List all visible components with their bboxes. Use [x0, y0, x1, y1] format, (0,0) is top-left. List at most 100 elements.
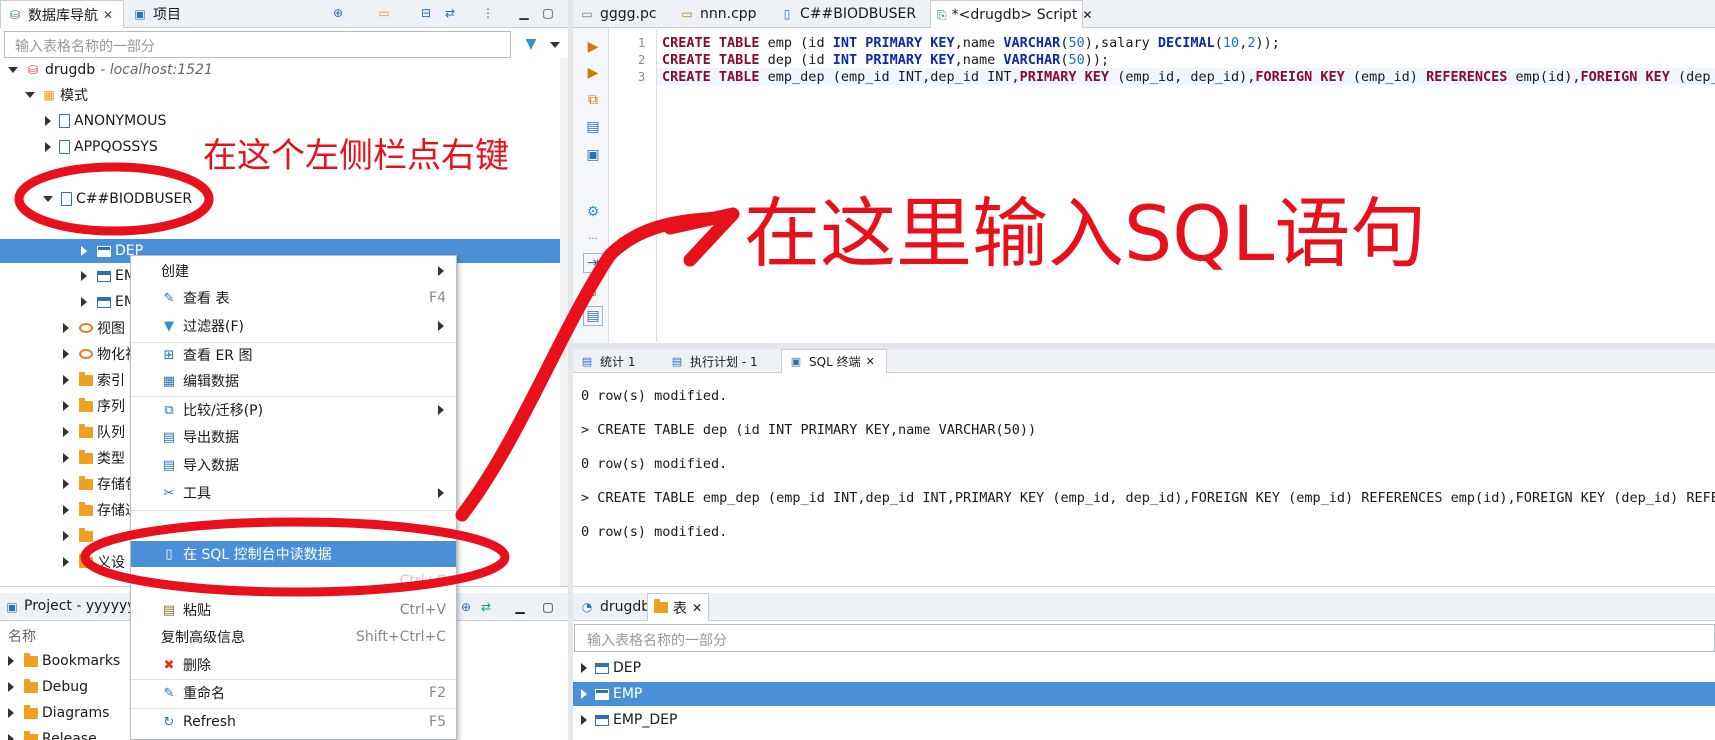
collapse-icon[interactable]: ⊟ — [418, 5, 434, 21]
menu-item-refresh[interactable]: ↻ Refresh F5 — [131, 709, 456, 735]
table-row[interactable]: EMP_DEP — [573, 708, 677, 732]
more-icon[interactable]: ⋮ — [480, 5, 496, 21]
tree-row-queues[interactable]: 队列 — [0, 420, 125, 444]
expand-icon[interactable] — [63, 349, 69, 359]
expand-icon[interactable] — [81, 246, 87, 256]
tree-row-connection[interactable]: ⛁ drugdb - localhost:1521 — [0, 58, 213, 82]
tree-row-definitions[interactable]: 义设 — [0, 550, 125, 574]
tab-sql-terminal[interactable]: ▣ SQL 终端 ✕ — [781, 349, 887, 373]
code-line-1[interactable]: CREATE TABLE emp (id INT PRIMARY KEY,nam… — [662, 35, 1280, 52]
menu-item-view-er[interactable]: ⊞ 查看 ER 图 — [131, 342, 456, 368]
list-item[interactable]: Debug — [0, 675, 88, 699]
console-icon[interactable]: ▣ — [583, 145, 603, 165]
table-search-box[interactable]: 输入表格名称的一部分 — [4, 31, 511, 58]
table-search-box[interactable]: 输入表格名称的一部分 — [574, 624, 1715, 652]
tab-statistics[interactable]: ▤ 统计 1 — [573, 349, 641, 373]
tab-db-navigator[interactable]: ⛁ 数据库导航 ✕ — [0, 0, 124, 28]
list-item[interactable]: Release — [0, 727, 97, 740]
menu-item-copy-advanced[interactable]: 复制高级信息 Shift+Ctrl+C — [131, 624, 456, 650]
chevron-down-icon[interactable] — [550, 42, 560, 48]
expand-icon[interactable] — [25, 92, 35, 98]
expand-icon[interactable] — [63, 453, 69, 463]
expand-icon[interactable] — [63, 375, 69, 385]
link-icon[interactable]: ⇄ — [442, 5, 458, 21]
tree-row-sequences[interactable]: 序列 — [0, 394, 125, 418]
filter-icon[interactable]: ▼ — [523, 36, 539, 52]
list-item[interactable]: Bookmarks — [0, 649, 120, 673]
table-row[interactable]: EMP — [573, 682, 1715, 706]
list-item[interactable]: Diagrams — [0, 701, 109, 725]
tab-execution-plan[interactable]: ▤ 执行计划 - 1 — [663, 349, 764, 373]
new-connection-icon[interactable]: ⊕ — [330, 5, 346, 21]
tree-row-indexes[interactable]: 索引 — [0, 368, 125, 392]
tree-row-types[interactable]: 类型 — [0, 446, 125, 470]
execute-icon[interactable]: ▶ — [583, 37, 603, 57]
maximize-icon[interactable]: ▢ — [540, 599, 556, 615]
expand-icon[interactable] — [63, 557, 69, 567]
tree-row-table-emp[interactable]: EMP — [0, 264, 144, 288]
folder-add-icon[interactable]: ▭ — [376, 5, 392, 21]
close-icon[interactable]: ✕ — [1082, 8, 1092, 22]
close-icon[interactable]: ✕ — [692, 601, 702, 615]
expand-icon[interactable] — [63, 323, 69, 333]
execute-new-tab-icon[interactable]: ⧉ — [583, 90, 603, 110]
code-line-2[interactable]: CREATE TABLE dep (id INT PRIMARY KEY,nam… — [662, 52, 1109, 69]
tab-nnn-cpp[interactable]: ▭ nnn.cpp — [673, 0, 763, 28]
tree-row-packages[interactable]: 存储包 — [0, 472, 139, 496]
minimize-icon[interactable]: ▁ — [512, 599, 528, 615]
tab-biodbuser[interactable]: ▯ C##BIODBUSER — [773, 0, 922, 28]
close-icon[interactable]: ✕ — [103, 8, 113, 22]
expand-icon[interactable] — [8, 708, 14, 718]
tab-tables[interactable]: 表 ✕ — [647, 593, 710, 621]
tree-row-functions[interactable] — [0, 524, 97, 548]
file-error-icon[interactable]: ▯ — [583, 280, 603, 300]
expand-icon[interactable] — [45, 116, 51, 126]
link-icon[interactable]: ⇄ — [478, 599, 494, 615]
menu-item-copy[interactable]: Ctrl+C — [131, 568, 456, 594]
tree-row-table-emp-dep[interactable]: EMP — [0, 290, 144, 314]
tab-gggg-pc[interactable]: ▭ gggg.pc — [573, 0, 663, 28]
tab-drugdb-script[interactable]: ⎘ *<drugdb> Script ✕ — [930, 0, 1092, 28]
expand-icon[interactable] — [63, 401, 69, 411]
menu-item-delete[interactable]: ✖ 删除 — [131, 652, 456, 678]
expand-icon[interactable] — [8, 656, 14, 666]
tree-row-schemas[interactable]: ▦ 模式 — [0, 83, 88, 107]
tab-projects[interactable]: ▣ 项目 — [126, 0, 187, 28]
expand-icon[interactable] — [81, 271, 87, 281]
minimize-icon[interactable]: ▁ — [516, 5, 532, 21]
expand-icon[interactable] — [63, 531, 69, 541]
menu-item-create[interactable]: 创建 — [131, 258, 456, 284]
expand-icon[interactable] — [581, 715, 587, 725]
menu-item-read-in-sql-console[interactable]: ▯ 在 SQL 控制台中读数据 — [131, 541, 456, 567]
tab-drugdb[interactable]: ◔ drugdb — [573, 593, 656, 621]
expand-icon[interactable] — [45, 142, 51, 152]
add-icon[interactable]: ⊕ — [458, 599, 474, 615]
tree-row-mviews[interactable]: 物化视 — [0, 342, 139, 366]
menu-item-compare[interactable]: ⧉ 比较/迁移(P) — [131, 397, 456, 423]
expand-icon[interactable] — [8, 682, 14, 692]
menu-item-rename[interactable]: ✎ 重命名 F2 — [131, 680, 456, 706]
gear-icon[interactable]: ⚙ — [583, 202, 603, 222]
left-panel-scrollbar[interactable] — [560, 58, 568, 586]
tree-row-schema-appqossys[interactable]: APPQOSSYS — [0, 135, 158, 159]
expand-icon[interactable] — [63, 427, 69, 437]
expand-icon[interactable] — [8, 67, 18, 73]
expand-icon[interactable] — [63, 505, 69, 515]
tree-row-schema-anonymous[interactable]: ANONYMOUS — [0, 109, 166, 133]
expand-icon[interactable] — [581, 663, 587, 673]
tree-row-procedures[interactable]: 存储过 — [0, 498, 139, 522]
expand-icon[interactable] — [581, 689, 587, 699]
menu-item-view-table[interactable]: ✎ 查看 表 F4 — [131, 285, 456, 311]
maximize-icon[interactable]: ▢ — [540, 5, 556, 21]
tree-row-schema-biodbuser[interactable]: C##BIODBUSER — [0, 187, 192, 211]
menu-item-tools[interactable]: ✂ 工具 — [131, 480, 456, 506]
menu-item-export[interactable]: ▤ 导出数据 — [131, 424, 456, 450]
code-line-3[interactable]: CREATE TABLE emp_dep (emp_id INT,dep_id … — [662, 69, 1715, 86]
expand-icon[interactable] — [63, 479, 69, 489]
expand-icon[interactable] — [8, 734, 14, 740]
tree-row-views[interactable]: 视图 — [0, 316, 125, 340]
close-icon[interactable]: ✕ — [866, 355, 875, 368]
panel-icon[interactable]: ⇥ — [583, 253, 603, 273]
menu-item-paste[interactable]: ▤ 粘贴 Ctrl+V — [131, 597, 456, 623]
layout-icon[interactable]: ▤ — [583, 306, 603, 326]
